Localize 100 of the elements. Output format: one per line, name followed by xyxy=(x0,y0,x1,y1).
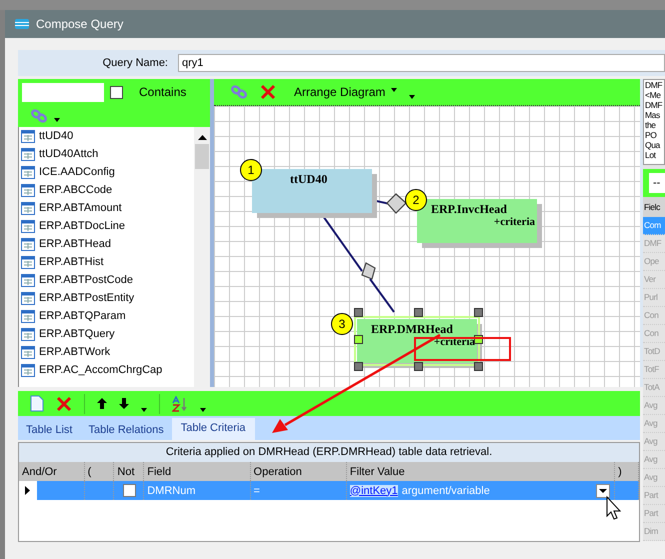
description-line: DMF xyxy=(645,100,664,110)
caret-icon[interactable] xyxy=(200,408,206,412)
sort-icon[interactable] xyxy=(172,396,188,412)
table-icon xyxy=(21,220,35,232)
table-icon xyxy=(21,148,35,160)
mouse-pointer-icon xyxy=(606,496,622,520)
link-icon[interactable] xyxy=(30,109,48,123)
table-list-item[interactable]: ERP.ABTHead xyxy=(19,235,194,253)
arrange-diagram-menu[interactable]: Arrange Diagram xyxy=(294,85,386,99)
resize-handle[interactable] xyxy=(474,362,483,371)
table-icon xyxy=(21,238,35,250)
table-cell: = xyxy=(250,481,347,500)
table-icon xyxy=(21,292,35,304)
description-line: Lot xyxy=(645,150,657,160)
table-name: ERP.ABTPostEntity xyxy=(39,292,134,304)
query-name-field[interactable]: qry1 xyxy=(178,54,665,72)
table-icon xyxy=(21,256,35,268)
criteria-row[interactable]: DMRNum = @intKey1 argument/variable xyxy=(19,481,639,500)
table-list-item[interactable]: ERP.ABTAmount xyxy=(19,199,194,217)
row-pointer-icon xyxy=(25,486,30,495)
caret-icon[interactable] xyxy=(141,408,147,412)
up-arrow-icon[interactable] xyxy=(97,398,107,409)
tab[interactable]: Table Relations xyxy=(80,420,172,440)
table-name: ERP.ABTWork xyxy=(39,346,110,358)
contains-checkbox[interactable] xyxy=(110,86,123,98)
dropdown-button[interactable] xyxy=(596,484,610,498)
caret-icon[interactable] xyxy=(54,118,60,122)
table-list-item[interactable]: ERP.ABTWork xyxy=(19,343,194,361)
delete-icon[interactable] xyxy=(56,396,72,412)
query-name-label: Query Name: xyxy=(102,57,169,69)
resize-handle[interactable] xyxy=(414,362,423,371)
table-list-item[interactable]: ERP.ABCCode xyxy=(19,181,194,199)
description-line: Qua xyxy=(645,140,662,150)
table-icon xyxy=(21,310,35,322)
table-name: ERP.ABTAmount xyxy=(39,202,122,214)
table-list-item[interactable]: ERP.ABTHist xyxy=(19,253,194,271)
table-search-field[interactable] xyxy=(22,82,104,102)
variable-link[interactable]: @intKey1 xyxy=(350,484,398,496)
down-arrow-icon[interactable] xyxy=(119,398,129,409)
resize-handle[interactable] xyxy=(354,308,363,317)
not-checkbox[interactable] xyxy=(123,484,136,497)
table-icon xyxy=(21,274,35,286)
caret-icon[interactable] xyxy=(409,95,416,99)
scroll-up-icon[interactable] xyxy=(198,135,206,140)
caret-icon[interactable] xyxy=(391,88,398,92)
column-header[interactable]: Fielc xyxy=(643,197,665,217)
description-line: DMF xyxy=(645,80,664,90)
resize-handle[interactable] xyxy=(354,362,363,371)
database-icon xyxy=(14,18,30,30)
table-list-item[interactable]: ICE.AADConfig xyxy=(19,163,194,181)
table-icon xyxy=(21,184,35,196)
table-name: ERP.ABTQParam xyxy=(39,310,126,322)
resize-handle[interactable] xyxy=(474,308,483,317)
table-name: ERP.AC_AccomChrgCap xyxy=(39,364,162,376)
table-list-item[interactable]: ERP.ABTPostEntity xyxy=(19,289,194,307)
link-icon[interactable] xyxy=(230,85,248,99)
tab[interactable]: Table Criteria xyxy=(172,418,255,440)
node-number-badge: 3 xyxy=(331,313,353,335)
table-list-item[interactable]: ERP.ABTQParam xyxy=(19,307,194,325)
table-cell: DMRNum xyxy=(144,481,251,500)
table-list-item[interactable]: ERP.ABTQuery xyxy=(19,325,194,343)
node-title: ttUD40 xyxy=(290,172,328,187)
resize-handle[interactable] xyxy=(354,335,363,344)
description-line: Mas xyxy=(645,110,661,120)
table-list-item[interactable]: ERP.ABTPostCode xyxy=(19,271,194,289)
table-list-item[interactable]: ttUD40 xyxy=(19,127,194,145)
table-icon xyxy=(21,166,35,178)
table-list-item[interactable]: ERP.ABTDocLine xyxy=(19,217,194,235)
table-cell: argument/variable xyxy=(402,484,490,496)
table-name: ERP.ABTHist xyxy=(39,256,104,268)
criteria-label: +criteria xyxy=(494,216,535,228)
description-line: <Me xyxy=(645,90,662,100)
resize-handle[interactable] xyxy=(414,308,423,317)
node-number-badge: 2 xyxy=(405,189,427,211)
table-name: ERP.ABTPostCode xyxy=(39,274,133,286)
caret-icon xyxy=(599,489,608,493)
table-icon xyxy=(21,202,35,214)
tab[interactable]: Table List xyxy=(18,420,80,440)
description-line: PO xyxy=(645,130,658,140)
table-node[interactable]: ttUD40 xyxy=(252,169,372,213)
table-name: ERP.ABTDocLine xyxy=(39,220,126,232)
table-list-item[interactable]: ERP.AC_AccomChrgCap xyxy=(19,361,194,379)
field-filter-input[interactable]: -- xyxy=(649,173,665,193)
delete-icon[interactable] xyxy=(260,84,276,100)
grid-caption: Criteria applied on DMRHead (ERP.DMRHead) table data retrieval. xyxy=(19,443,639,462)
scrollbar-thumb[interactable] xyxy=(195,144,209,169)
window-title: Compose Query xyxy=(36,17,124,31)
table-list-item[interactable]: ttUD40Attch xyxy=(19,145,194,163)
node-title: ERP.InvcHead xyxy=(431,202,507,217)
new-document-icon[interactable] xyxy=(30,395,44,412)
contains-label: Contains xyxy=(139,85,186,99)
table-icon xyxy=(21,346,35,358)
table-name: ICE.AADConfig xyxy=(39,166,115,178)
table-icon xyxy=(21,328,35,340)
table-name: ERP.ABTQuery xyxy=(39,328,115,340)
table-name: ERP.ABTHead xyxy=(39,238,111,250)
table-icon xyxy=(21,364,35,376)
table-icon xyxy=(21,130,35,142)
node-title: ERP.DMRHead xyxy=(371,322,453,337)
description-line: the xyxy=(645,120,657,130)
